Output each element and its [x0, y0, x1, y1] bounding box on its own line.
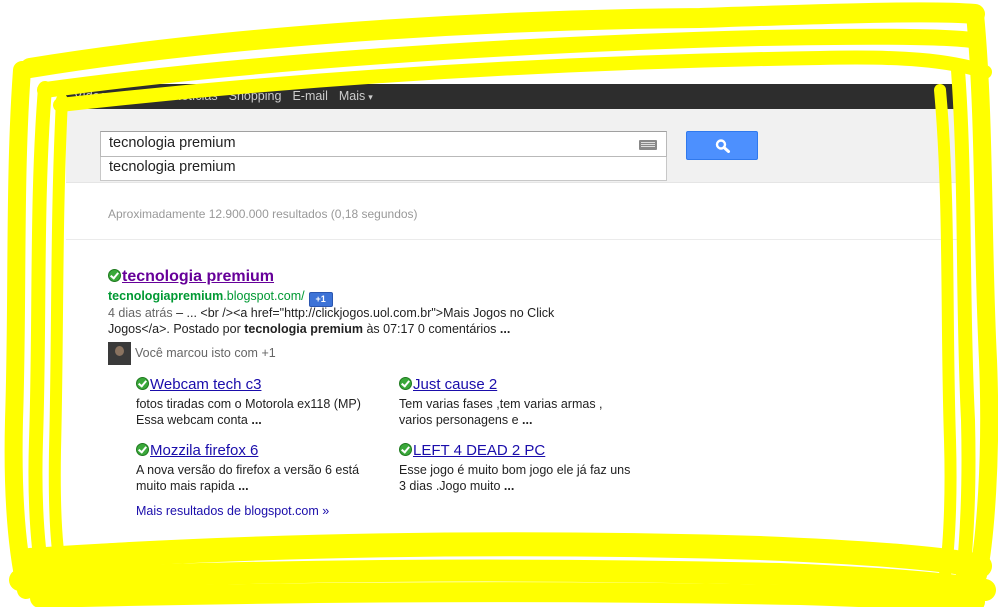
more-results-link[interactable]: Mais resultados de blogspot.com »	[136, 504, 329, 518]
result-1-date: 4 dias atrás	[108, 306, 173, 320]
search-icon	[715, 139, 730, 153]
coin-icon	[108, 543, 121, 556]
verified-check-icon	[136, 443, 149, 456]
sitelink-3-ellipsis: ...	[238, 479, 249, 493]
search-button[interactable]	[686, 131, 758, 160]
suggestion-text: tecnologia premium	[109, 159, 236, 175]
result-1-title[interactable]: tecnologia premium	[122, 268, 274, 285]
nav-shopping[interactable]: Shopping	[229, 89, 282, 103]
result-1-url-rest: .blogspot.com/	[223, 289, 305, 303]
search-area: tecnologia premium tecnologia premium	[66, 109, 959, 183]
result-1-snippet: 4 dias atrás – ... <br /><a href="http:/…	[108, 305, 608, 337]
nav-maps[interactable]: Mapas	[124, 89, 162, 103]
result-1-title-row: tecnologia premium	[108, 268, 608, 286]
search-input-value: tecnologia premium	[109, 135, 236, 151]
sitelink-3-snippet: A nova versão do firefox a versão 6 está…	[136, 462, 376, 494]
sitelink-2: Just cause 2 Tem varias fases ,tem varia…	[399, 376, 639, 428]
chevron-down-icon: ▾	[368, 92, 373, 102]
divider	[66, 239, 959, 240]
sitelink-4: LEFT 4 DEAD 2 PC Esse jogo é muito bom j…	[399, 442, 639, 494]
autocomplete-suggestion[interactable]: tecnologia premium	[100, 157, 667, 181]
result-1-snippet-b: às 07:17 0 comentários	[363, 322, 500, 336]
nav-more[interactable]: Mais ▾	[339, 89, 373, 103]
nav-videos[interactable]: Vídeos	[74, 89, 113, 103]
shopping-highlight-marker	[257, 84, 291, 88]
verified-check-icon	[108, 269, 121, 282]
nav-news[interactable]: Notícias	[172, 89, 217, 103]
sitelink-1-title[interactable]: Webcam tech c3	[150, 376, 261, 393]
sitelink-4-text: Esse jogo é muito bom jogo ele já faz un…	[399, 463, 631, 493]
nav-more-label: Mais	[338, 89, 366, 103]
sitelink-3-title[interactable]: Mozzila firefox 6	[150, 442, 258, 459]
sitelink-4-snippet: Esse jogo é muito bom jogo ele já faz un…	[399, 462, 639, 494]
nav-links: Vídeos Mapas Notícias Shopping E-mail Ma…	[74, 89, 373, 103]
result-1-url-bold: tecnologiapremium	[108, 289, 224, 303]
result-2-sep: |	[180, 542, 193, 558]
avatar[interactable]	[108, 342, 131, 365]
nav-email[interactable]: E-mail	[292, 89, 327, 103]
sitelink-1-snippet: fotos tiradas com o Motorola ex118 (MP) …	[136, 396, 376, 428]
result-stats: Aproximadamente 12.900.000 resultados (0…	[108, 207, 418, 221]
result-2-bold-b[interactable]: Tecnologia	[192, 542, 265, 558]
result-2-bold-a[interactable]: Premium	[121, 542, 181, 558]
result-1-snippet-bold: tecnologia premium	[244, 322, 363, 336]
sitelink-4-ellipsis: ...	[503, 479, 515, 493]
search-results-page: Vídeos Mapas Notícias Shopping E-mail Ma…	[66, 84, 959, 604]
sitelink-1-ellipsis: ...	[251, 413, 262, 427]
keyboard-icon[interactable]	[639, 140, 657, 150]
top-nav-bar: Vídeos Mapas Notícias Shopping E-mail Ma…	[66, 84, 959, 109]
sitelink-4-title[interactable]: LEFT 4 DEAD 2 PC	[413, 442, 545, 459]
result-1-snippet-ellipsis: ...	[499, 322, 511, 336]
sitelink-2-title[interactable]: Just cause 2	[413, 376, 497, 393]
result-1: tecnologia premium tecnologiapremium.blo…	[108, 268, 608, 365]
verified-check-icon	[399, 443, 412, 456]
social-text: Você marcou isto com +1	[135, 346, 276, 360]
verified-check-icon	[136, 377, 149, 390]
sitelink-1-text: fotos tiradas com o Motorola ex118 (MP) …	[136, 397, 361, 427]
result-2: Premium | Tecnologia mais perto de você	[108, 542, 387, 558]
sitelink-3: Mozzila firefox 6 A nova versão do firef…	[136, 442, 376, 494]
sitelink-1: Webcam tech c3 fotos tiradas com o Motor…	[136, 376, 376, 428]
social-annotation: Você marcou isto com +1	[108, 342, 276, 365]
sitelink-2-snippet: Tem varias fases ,tem varias armas , var…	[399, 396, 639, 428]
search-input[interactable]: tecnologia premium	[100, 131, 667, 157]
result-2-rest: mais perto de você	[265, 542, 388, 558]
sitelink-2-ellipsis: ...	[522, 413, 533, 427]
sitelink-2-text: Tem varias fases ,tem varias armas , var…	[399, 397, 603, 427]
verified-check-icon	[399, 377, 412, 390]
